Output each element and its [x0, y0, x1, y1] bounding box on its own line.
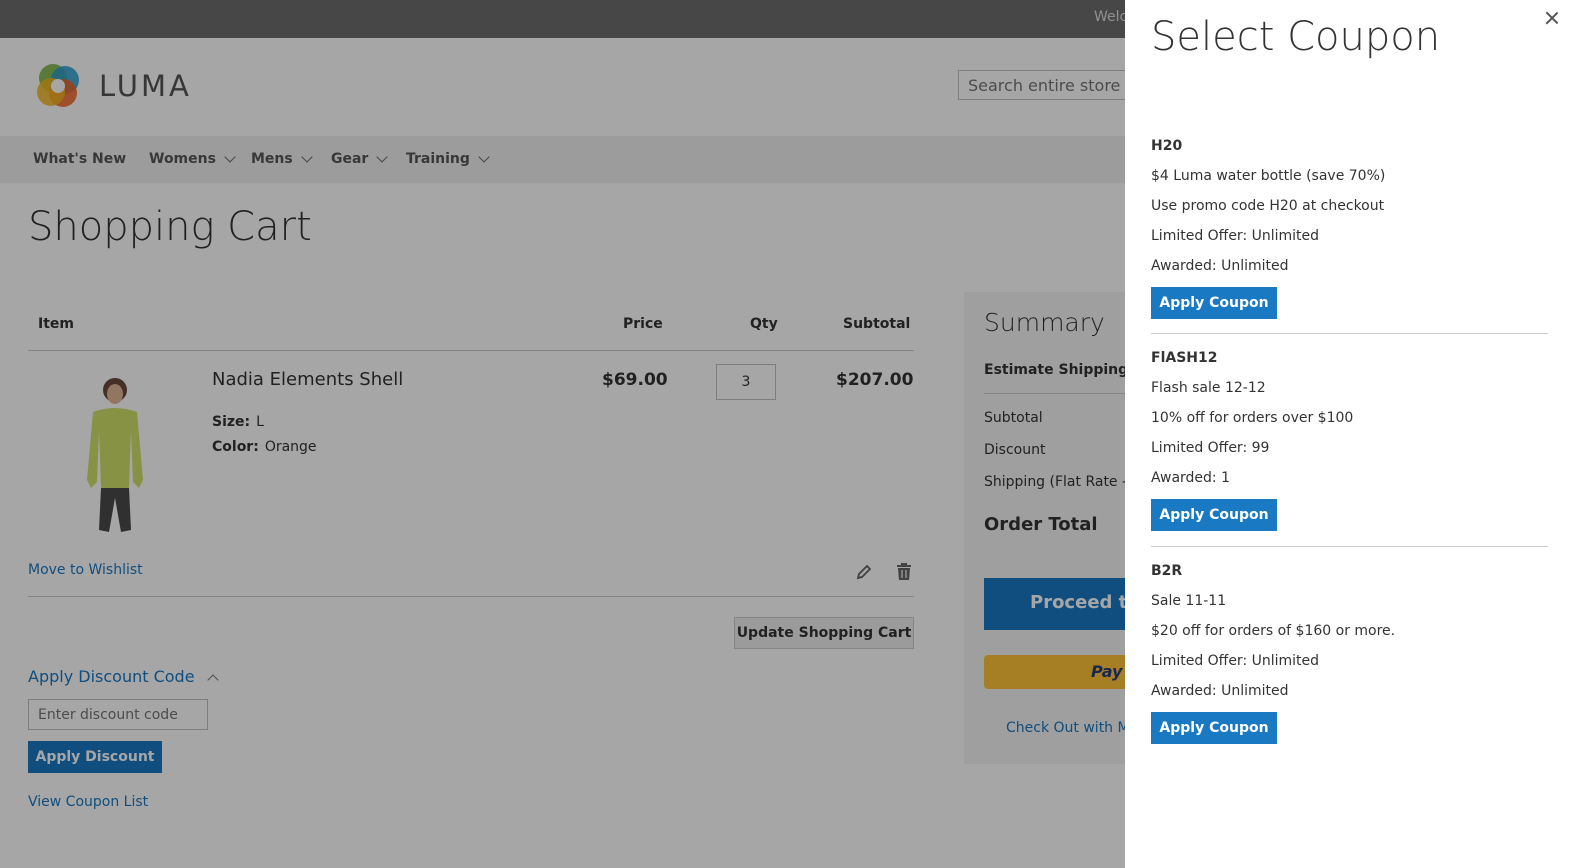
select-coupon-modal: Select Coupon H20 $4 Luma water bottle (…: [1125, 0, 1571, 868]
coupon-code: B2R: [1151, 563, 1183, 579]
modal-title: Select Coupon: [1151, 14, 1441, 60]
coupon-detail: $4 Luma water bottle (save 70%): [1151, 168, 1386, 184]
coupon-code: H20: [1151, 138, 1183, 154]
coupon-detail: Awarded: Unlimited: [1151, 258, 1289, 274]
coupon-detail: Sale 11-11: [1151, 593, 1227, 609]
coupon-detail: Awarded: Unlimited: [1151, 683, 1289, 699]
apply-coupon-button[interactable]: Apply Coupon: [1151, 712, 1277, 744]
coupon-detail: Limited Offer: 99: [1151, 440, 1270, 456]
close-icon[interactable]: [1543, 9, 1561, 27]
divider: [1151, 546, 1548, 547]
coupon-detail: Use promo code H20 at checkout: [1151, 198, 1385, 214]
apply-coupon-button[interactable]: Apply Coupon: [1151, 287, 1277, 319]
coupon-detail: Flash sale 12-12: [1151, 380, 1266, 396]
coupon-detail: 10% off for orders over $100: [1151, 410, 1354, 426]
coupon-detail: $20 off for orders of $160 or more.: [1151, 623, 1396, 639]
coupon-detail: Awarded: 1: [1151, 470, 1231, 486]
coupon-code: FlASH12: [1151, 350, 1218, 366]
coupon-detail: Limited Offer: Unlimited: [1151, 228, 1320, 244]
coupon-detail: Limited Offer: Unlimited: [1151, 653, 1320, 669]
divider: [1151, 333, 1548, 334]
apply-coupon-button[interactable]: Apply Coupon: [1151, 499, 1277, 531]
